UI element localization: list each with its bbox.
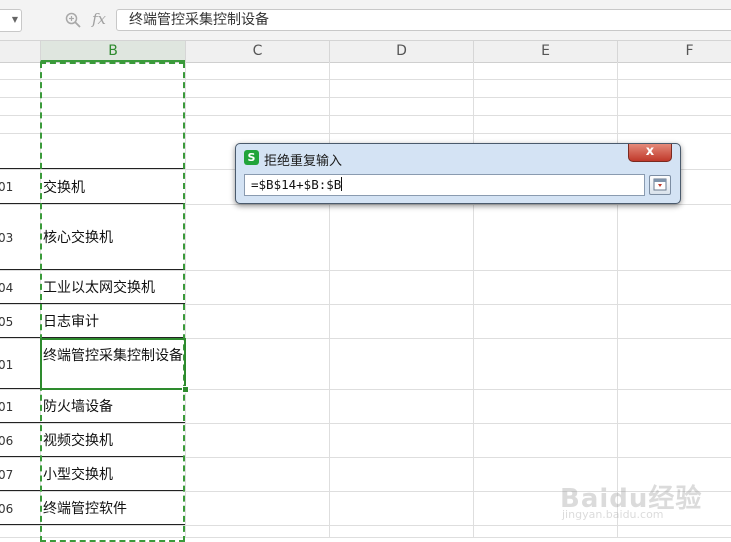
reject-duplicate-dialog: S 拒绝重复输入 x =$B$14+$B:$B <box>235 143 681 204</box>
cell-a: 04 <box>0 281 14 295</box>
column-header-c[interactable]: C <box>185 41 329 62</box>
table-row[interactable] <box>0 62 731 80</box>
table-row[interactable] <box>0 80 731 98</box>
column-header: B C D E F <box>0 41 731 63</box>
cell-a: 06 <box>0 434 14 448</box>
text-caret <box>341 177 343 191</box>
table-row[interactable] <box>0 98 731 116</box>
app-icon: S <box>244 150 259 165</box>
table-row[interactable]: 05 日志审计 <box>0 305 731 339</box>
table-row[interactable]: 01 防火墙设备 <box>0 390 731 424</box>
cell-b: 小型交换机 <box>43 467 113 483</box>
cell-a: 07 <box>0 468 14 482</box>
fx-icon[interactable]: fx <box>92 10 106 28</box>
range-input[interactable]: =$B$14+$B:$B <box>244 174 645 196</box>
cell-b: 交换机 <box>43 180 85 196</box>
formula-input[interactable]: 终端管控采集控制设备 <box>116 9 731 31</box>
formula-bar: ▼ fx 终端管控采集控制设备 <box>0 0 731 41</box>
sheet-grid[interactable]: 01 交换机 03 核心交换机 04 工业以太网交换机 05 日志审计 01 终… <box>0 62 731 538</box>
column-header-f[interactable]: F <box>617 41 731 62</box>
watermark-url: jingyan.baidu.com <box>562 508 664 521</box>
table-row[interactable] <box>0 116 731 134</box>
column-header-b[interactable]: B <box>40 41 185 62</box>
name-box[interactable]: ▼ <box>0 9 22 32</box>
cell-a: 01 <box>0 358 14 372</box>
cell-b: 工业以太网交换机 <box>43 280 155 296</box>
fill-handle[interactable] <box>182 386 189 393</box>
table-row[interactable]: 06 视频交换机 <box>0 424 731 458</box>
cell-b: 终端管控软件 <box>43 501 127 517</box>
cell-a: 05 <box>0 315 14 329</box>
cell-b: 视频交换机 <box>43 433 113 449</box>
range-input-value: =$B$14+$B:$B <box>251 177 342 192</box>
close-button[interactable]: x <box>628 144 672 162</box>
cell-a: 06 <box>0 502 14 516</box>
cell-a: 01 <box>0 180 14 194</box>
cell-b: 防火墙设备 <box>43 399 113 415</box>
cell-b: 日志审计 <box>43 314 99 330</box>
zoom-icon[interactable] <box>64 11 82 29</box>
cell-a: 01 <box>0 400 14 414</box>
column-header-d[interactable]: D <box>329 41 473 62</box>
collapse-icon <box>653 178 667 191</box>
cell-b: 核心交换机 <box>43 230 113 246</box>
table-row[interactable]: 03 核心交换机 <box>0 205 731 271</box>
chevron-down-icon[interactable]: ▼ <box>12 15 18 24</box>
dialog-title: 拒绝重复输入 <box>264 154 343 169</box>
baidu-watermark: Baidu经验 jingyan.baidu.com <box>560 470 720 530</box>
table-row[interactable]: 04 工业以太网交换机 <box>0 271 731 305</box>
cell-a: 03 <box>0 231 14 245</box>
column-header-e[interactable]: E <box>473 41 617 62</box>
collapse-dialog-button[interactable] <box>649 175 671 195</box>
active-cell[interactable] <box>40 338 186 390</box>
